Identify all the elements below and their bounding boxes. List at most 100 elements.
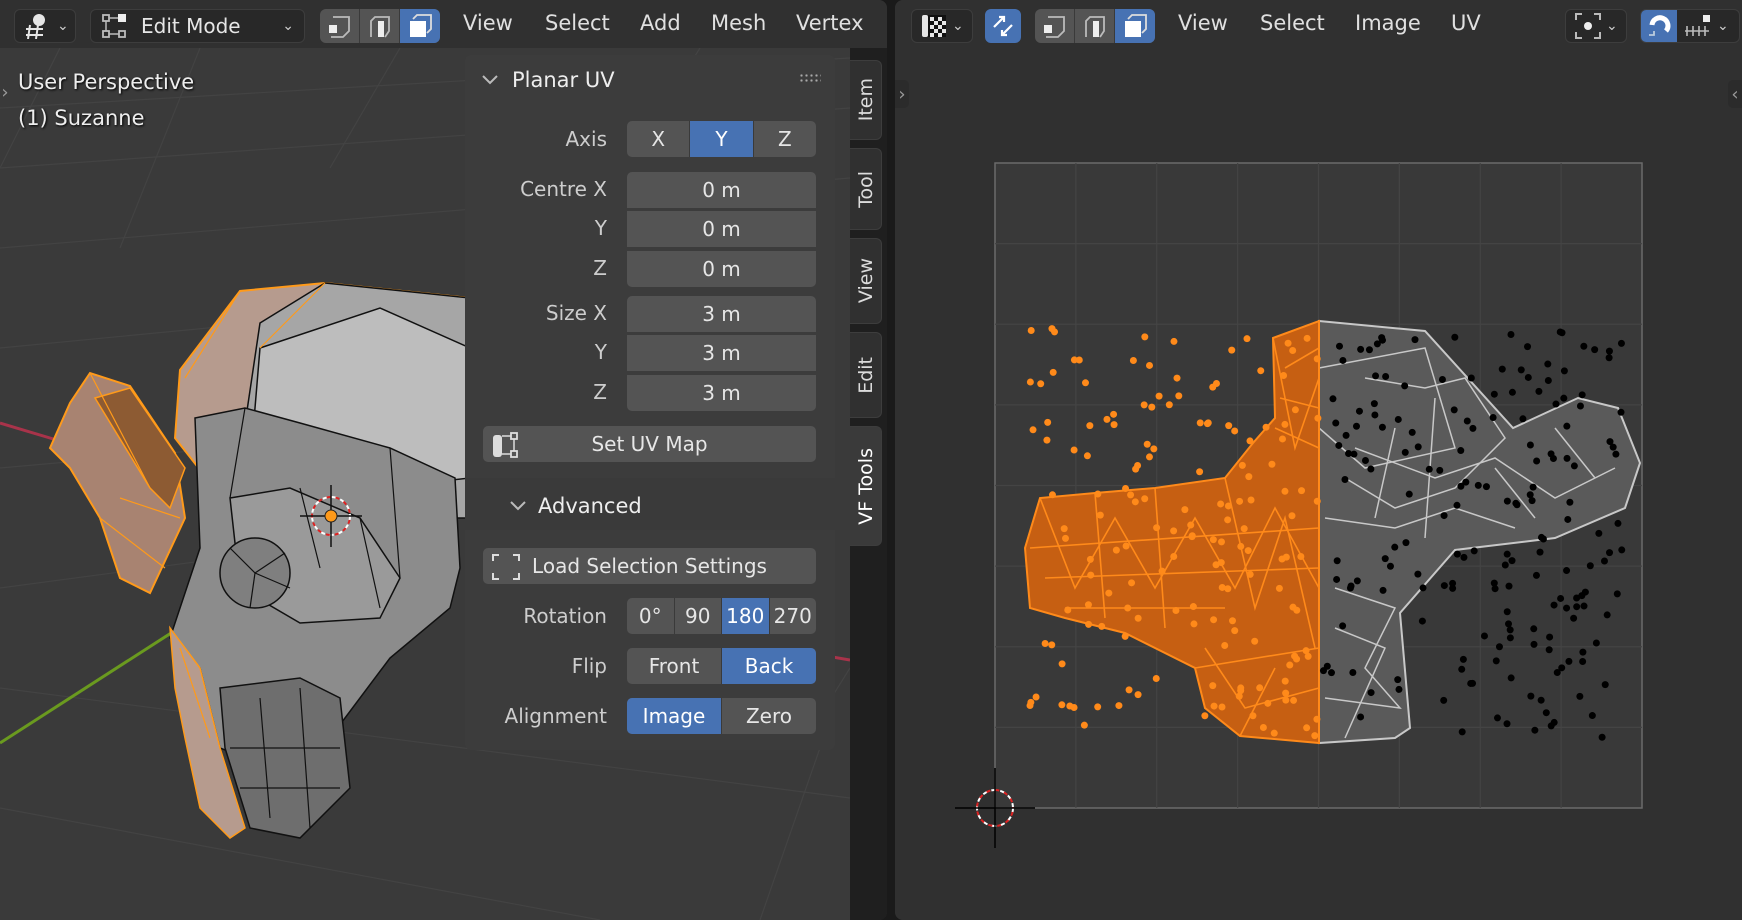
flip-back-button[interactable]: Back: [722, 648, 816, 684]
pivot-point-dropdown[interactable]: ⌄: [1565, 9, 1627, 43]
tab-item[interactable]: Item: [850, 60, 882, 140]
pivot-point-icon: [1575, 13, 1601, 39]
uv-vertex: [1367, 689, 1375, 697]
menu-vertex[interactable]: Vertex: [796, 11, 864, 35]
centre-z-field[interactable]: 0 m: [627, 251, 816, 287]
uv-vertex: [1524, 373, 1532, 381]
uv-vertex: [1451, 333, 1459, 341]
rotation-0-button[interactable]: 0°: [627, 598, 675, 634]
size-x-field[interactable]: 3 m: [627, 296, 816, 332]
uv-vertex: [1579, 658, 1587, 666]
toolbar-expand-arrow-icon[interactable]: ›: [895, 80, 909, 108]
menu-image[interactable]: Image: [1355, 11, 1421, 35]
uv-vertex: [1503, 497, 1511, 505]
uv-vertex: [1542, 709, 1550, 717]
centre-y-label: Y: [594, 216, 607, 240]
uv-vertex: [1564, 515, 1572, 523]
uv-canvas[interactable]: › ‹: [895, 48, 1742, 920]
rotation-90-button[interactable]: 90: [675, 598, 722, 634]
set-uv-map-button[interactable]: Set UV Map: [483, 426, 816, 462]
mode-dropdown[interactable]: Edit Mode ⌄: [90, 9, 305, 43]
flip-front-button[interactable]: Front: [627, 648, 722, 684]
tab-tool-label: Tool: [854, 170, 877, 208]
uv-vertex: [1552, 400, 1560, 408]
uv-vertex-select-button[interactable]: [1035, 9, 1075, 43]
uv-vertex: [1378, 423, 1386, 431]
uv-vertex: [1402, 539, 1410, 547]
load-selection-settings-button[interactable]: Load Selection Settings: [483, 548, 816, 584]
centre-x-field[interactable]: 0 m: [627, 172, 816, 208]
uv-vertex: [1458, 665, 1466, 673]
uv-vertex-selected: [1084, 601, 1092, 609]
editor-type-dropdown[interactable]: ⌄: [911, 9, 973, 43]
menu-mesh[interactable]: Mesh: [711, 11, 766, 35]
tab-view[interactable]: View: [850, 238, 882, 324]
snap-target-dropdown[interactable]: ⌄: [1677, 13, 1729, 39]
uv-vertex-selected: [1051, 328, 1059, 336]
menu-view[interactable]: View: [1178, 11, 1228, 35]
edge-select-button[interactable]: [360, 9, 400, 43]
alignment-zero-button[interactable]: Zero: [722, 698, 816, 734]
menu-select[interactable]: Select: [545, 11, 610, 35]
uv-vertex-selected: [1217, 500, 1225, 508]
uv-vertex: [1367, 465, 1375, 473]
axis-label: Axis: [565, 127, 608, 151]
snap-group: ⌄: [1640, 9, 1740, 43]
uv-vertex: [1371, 411, 1379, 419]
uv-vertex-selected: [1224, 502, 1232, 510]
panel-drag-handle-icon[interactable]: [799, 73, 821, 83]
uv-vertex: [1493, 714, 1501, 722]
tab-tool[interactable]: Tool: [850, 148, 882, 230]
alignment-image-button[interactable]: Image: [627, 698, 722, 734]
chevron-down-icon: ⌄: [952, 18, 964, 34]
snap-toggle[interactable]: [1641, 10, 1677, 42]
planar-uv-panel-header[interactable]: Planar UV: [480, 68, 615, 92]
axis-z-button[interactable]: Z: [754, 121, 816, 157]
snap-increment-icon: [1685, 15, 1710, 36]
uv-vertex: [1379, 586, 1387, 594]
uv-vertex: [1357, 345, 1365, 353]
rotation-270-button[interactable]: 270: [770, 598, 817, 634]
menu-add[interactable]: Add: [640, 11, 681, 35]
axis-x-button[interactable]: X: [627, 121, 691, 157]
uv-vertex: [1489, 414, 1497, 422]
vertex-select-button[interactable]: [320, 9, 360, 43]
uv-vertex: [1507, 674, 1515, 682]
menu-select[interactable]: Select: [1260, 11, 1325, 35]
uv-vertex: [1394, 676, 1402, 684]
uv-vertex-selected: [1257, 367, 1265, 375]
size-y-field[interactable]: 3 m: [627, 335, 816, 371]
uv-vertex-selected: [1145, 361, 1153, 369]
sync-selection-toggle[interactable]: [985, 9, 1021, 43]
suzanne-mesh[interactable]: [48, 281, 471, 839]
sidebar-expand-arrow-icon[interactable]: ‹: [1728, 80, 1742, 108]
uv-vertex-selected: [1127, 491, 1135, 499]
tab-edit[interactable]: Edit: [850, 332, 882, 418]
editor-type-dropdown[interactable]: ⌄: [14, 9, 76, 43]
uv-vertex: [1605, 347, 1613, 355]
face-select-button[interactable]: [400, 9, 440, 43]
uv-vertex-selected: [1141, 333, 1149, 341]
rotation-180-button[interactable]: 180: [722, 598, 770, 634]
axis-y-button[interactable]: Y: [690, 121, 754, 157]
size-z-field[interactable]: 3 m: [627, 375, 816, 411]
menu-view[interactable]: View: [463, 11, 513, 35]
uv-edge-select-button[interactable]: [1075, 9, 1115, 43]
uv-vertex: [1530, 640, 1538, 648]
menu-uv[interactable]: UV: [1451, 11, 1481, 35]
uv-vertex-selected: [1289, 347, 1297, 355]
chevron-down-icon: ⌄: [1606, 18, 1618, 34]
uv-vertex: [1391, 543, 1399, 551]
uv-face-select-button[interactable]: [1115, 9, 1155, 43]
chevron-down-icon: [482, 75, 498, 85]
uv-vertex-selected: [1175, 392, 1183, 400]
uv-vertex-selected: [1081, 379, 1089, 387]
centre-y-field[interactable]: 0 m: [627, 211, 816, 247]
toolbar-expand-arrow-icon[interactable]: ›: [0, 78, 10, 106]
uv-vertex-selected: [1221, 641, 1229, 649]
advanced-toggle[interactable]: Advanced: [508, 494, 642, 518]
uv-vertex-selected: [1132, 465, 1140, 473]
tab-vf-tools[interactable]: VF Tools: [850, 426, 882, 546]
uv-vertex-selected: [1075, 356, 1083, 364]
uv-vertex: [1545, 646, 1553, 654]
